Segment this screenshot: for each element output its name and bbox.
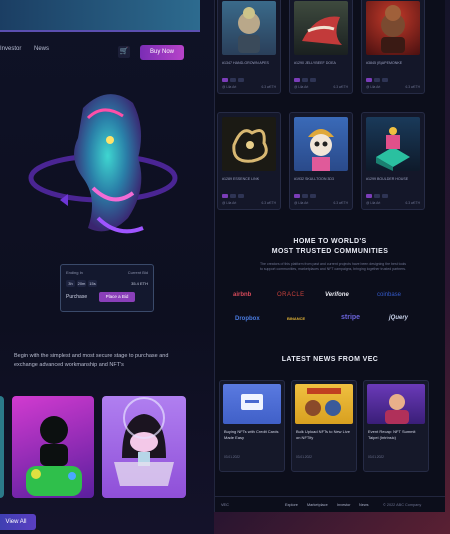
news-date: 03.01.2022 — [368, 455, 384, 459]
nft-price: 6.3 wETH — [261, 201, 276, 205]
nft-owner: @ Lila Art — [294, 201, 309, 205]
featured-art-1 — [26, 416, 82, 496]
featured-card-1[interactable] — [12, 396, 94, 498]
nft-owner: @ Lila Art — [294, 85, 309, 89]
nft-price: 6.3 wETH — [333, 201, 348, 205]
footer-link-news[interactable]: News — [359, 503, 369, 507]
logo-airbnb: airbnb — [233, 292, 252, 298]
purchase-button[interactable]: Purchase — [66, 294, 87, 300]
nft-card-3[interactable]: #3845 (B)APEMONKE @ Lila Art 6.3 wETH — [361, 0, 425, 94]
nft-card-4[interactable]: #1289 ESSENCE LINK @ Lila Art 6.3 wETH — [217, 112, 281, 210]
nft-price: 6.3 wETH — [333, 85, 348, 89]
nft-price: 6.3 wETH — [405, 201, 420, 205]
ending-label: Ending In — [66, 270, 83, 275]
view-all-button[interactable]: View All — [0, 514, 36, 530]
nft-price: 6.3 wETH — [261, 85, 276, 89]
nft-image-4 — [222, 117, 276, 171]
news-headline: Buying NFTs with Credit Cards Made Easy — [224, 429, 279, 440]
footer-link-investor[interactable]: Investor — [337, 503, 351, 507]
current-bid-price: 35.4 ETH — [131, 281, 148, 286]
news-headline: Event Recap: NFT Summit Taipei (Intrinsi… — [368, 429, 416, 440]
nft-owner: @ Lila Art — [366, 201, 381, 205]
footer-link-explore[interactable]: Explore — [285, 503, 298, 507]
news-card-3[interactable]: Event Recap: NFT Summit Taipei (Intrinsi… — [363, 380, 429, 472]
footer-brand[interactable]: VEC — [221, 503, 229, 507]
logo-oracle: ORACLE — [277, 292, 305, 298]
current-bid-label: Current Bid — [127, 270, 148, 275]
footer-link-marketplace[interactable]: Marketplace — [307, 503, 328, 507]
nft-card-1[interactable]: #1347 HAND-GROWN APES @ Lila Art 6.3 wET… — [217, 0, 281, 94]
news-headline: Bulk Upload NFTs to New Live on NFTify — [296, 429, 351, 440]
nft-card-5[interactable]: #1932 SKULLTOON 3D3 @ Lila Art 6.3 wETH — [289, 112, 353, 210]
nft-name: #1299 BOULDER HOUSE — [366, 177, 409, 181]
logo-verifone: Verifone — [325, 292, 349, 298]
top-banner — [0, 0, 200, 32]
nft-name: #1347 HAND-GROWN APES — [222, 61, 269, 65]
landing-left-panel: Investor News 🛒 Buy Now Ending In Curren… — [0, 0, 214, 534]
news-date: 03.01.2022 — [224, 455, 240, 459]
timer-seconds: 15s — [88, 280, 97, 287]
communities-blurb: The creators of this platform from past … — [259, 262, 407, 271]
news-image-3 — [367, 384, 425, 424]
timer-hours: 3h — [66, 280, 75, 287]
nft-name: #1932 SKULLTOON 3D3 — [294, 177, 335, 181]
logo-coinbase: coinbase — [377, 292, 402, 298]
news-title: LATEST NEWS FROM VEC — [281, 356, 379, 363]
nft-image-2 — [294, 1, 348, 55]
featured-card-2[interactable] — [102, 396, 186, 498]
auction-box: Ending In Current Bid 3h 20m 15s 35.4 ET… — [60, 264, 154, 312]
footer-copyright: © 2022 ABC Company — [383, 503, 422, 507]
hero-artwork — [28, 94, 178, 234]
logo-binance: BINANCE — [287, 316, 306, 321]
nft-image-3 — [366, 1, 420, 55]
cart-icon[interactable]: 🛒 — [118, 46, 130, 58]
news-date: 03.01.2022 — [296, 455, 312, 459]
nft-owner: @ Lila Art — [222, 85, 237, 89]
nft-name: #3845 (B)APEMONKE — [366, 61, 403, 65]
news-image-2 — [295, 384, 353, 424]
communities-title-2: MOST TRUSTED COMMUNITIES — [271, 248, 389, 255]
logo-jquery: jQuery — [389, 315, 409, 321]
footer: VEC Explore Marketplace Investor News © … — [215, 496, 445, 513]
logo-stripe: stripe — [341, 314, 361, 321]
news-card-2[interactable]: Bulk Upload NFTs to New Live on NFTify 0… — [291, 380, 357, 472]
nft-card-2[interactable]: #1290 JELLYBEEF DOEA @ Lila Art 6.3 wETH — [289, 0, 353, 94]
featured-art-2 — [114, 397, 174, 486]
nft-owner: @ Lila Art — [222, 201, 237, 205]
timer-minutes: 20m — [77, 280, 86, 287]
nft-card-6[interactable]: #1299 BOULDER HOUSE @ Lila Art 6.3 wETH — [361, 112, 425, 210]
news-card-1[interactable]: Buying NFTs with Credit Cards Made Easy … — [219, 380, 285, 472]
nav-news[interactable]: News — [34, 46, 49, 52]
nav-investor[interactable]: Investor — [0, 46, 21, 52]
nft-owner: @ Lila Art — [366, 85, 381, 89]
news-image-1 — [223, 384, 281, 424]
nft-image-6 — [366, 117, 420, 171]
nft-name: #1290 JELLYBEEF DOEA — [294, 61, 336, 65]
featured-card-edge[interactable] — [0, 396, 4, 498]
place-bid-button[interactable]: Place a Bid — [99, 292, 135, 302]
logo-dropbox: Dropbox — [235, 316, 260, 322]
landing-right-panel: #1347 HAND-GROWN APES @ Lila Art 6.3 wET… — [214, 0, 445, 512]
nft-image-1 — [222, 1, 276, 55]
communities-title-1: HOME TO WORLD'S — [293, 238, 367, 245]
nft-image-5 — [294, 117, 348, 171]
nft-name: #1289 ESSENCE LINK — [222, 177, 260, 181]
nft-price: 6.3 wETH — [405, 85, 420, 89]
tagline-text: Begin with the simplest and most secure … — [14, 353, 169, 368]
buy-now-button[interactable]: Buy Now — [140, 45, 184, 60]
